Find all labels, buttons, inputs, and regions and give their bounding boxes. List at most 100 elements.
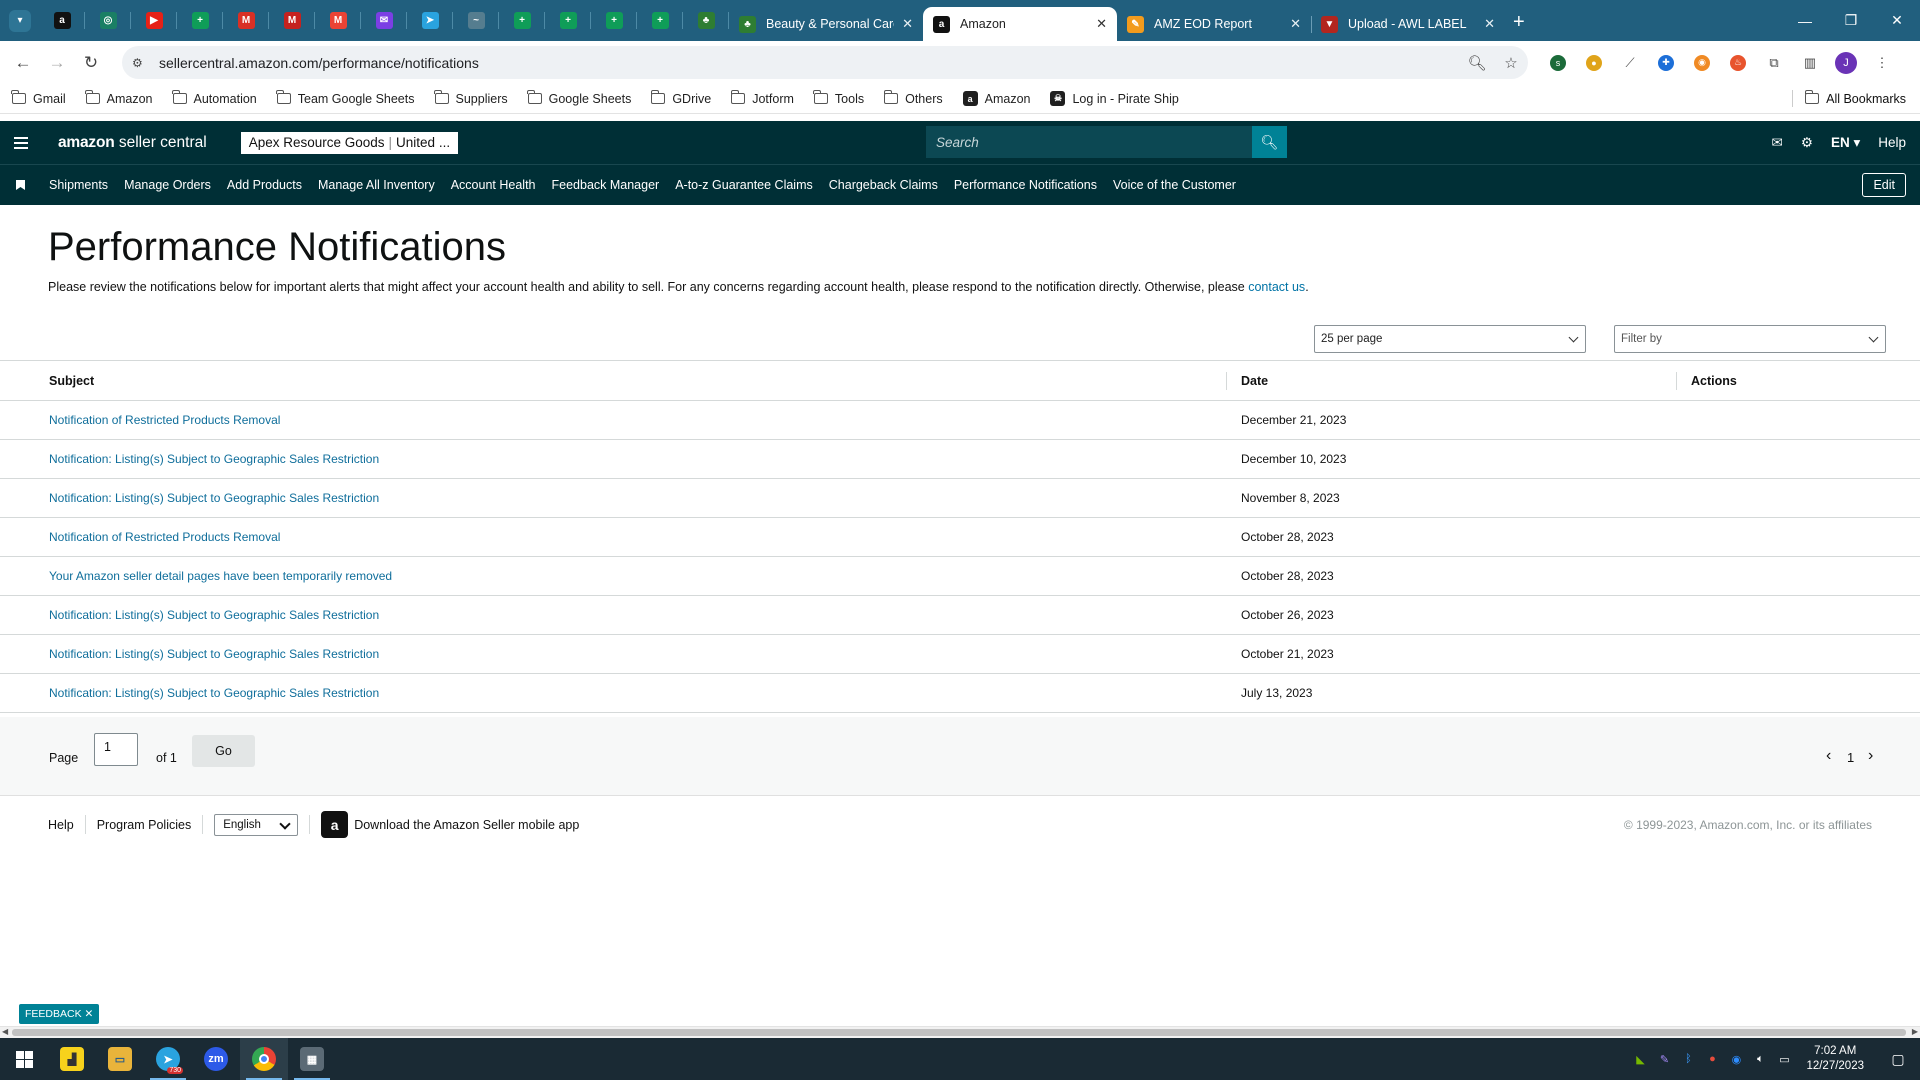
- scroll-right-icon[interactable]: ▶: [1912, 1027, 1918, 1036]
- horizontal-scrollbar[interactable]: ◀ ▶: [0, 1026, 1920, 1038]
- close-tab-icon[interactable]: ✕: [1484, 16, 1495, 32]
- close-window-button[interactable]: ✕: [1874, 0, 1920, 41]
- reload-icon[interactable]: ↻: [74, 46, 108, 80]
- filter-by-select[interactable]: Filter by: [1614, 325, 1886, 353]
- feedback-button[interactable]: FEEDBACK ✕: [19, 1004, 100, 1024]
- pinned-tab[interactable]: ▶: [131, 0, 177, 41]
- nav-link[interactable]: Manage All Inventory: [318, 178, 435, 192]
- pinned-tab[interactable]: M: [269, 0, 315, 41]
- bookmark-star-icon[interactable]: ☆: [1494, 54, 1528, 72]
- new-tab-button[interactable]: +: [1513, 11, 1525, 34]
- nav-link[interactable]: Account Health: [451, 178, 536, 192]
- mail-icon[interactable]: ✉: [1772, 135, 1783, 151]
- edit-nav-button[interactable]: Edit: [1862, 173, 1906, 197]
- browser-tab[interactable]: ▼ Upload - AWL LABEL ✕: [1311, 7, 1505, 41]
- notification-subject-link[interactable]: Your Amazon seller detail pages have bee…: [49, 569, 392, 583]
- contact-us-link[interactable]: contact us: [1248, 280, 1305, 294]
- nav-link[interactable]: Manage Orders: [124, 178, 211, 192]
- restore-button[interactable]: ❐: [1828, 0, 1874, 41]
- scroll-left-icon[interactable]: ◀: [2, 1027, 8, 1036]
- extensions-puzzle-icon[interactable]: ⧉: [1756, 55, 1792, 71]
- page-number-input[interactable]: 1: [94, 733, 138, 766]
- camera-icon[interactable]: ●: [1700, 1053, 1724, 1065]
- extension-icon[interactable]: ⟋: [1612, 55, 1648, 71]
- extension-icon[interactable]: ✚: [1648, 54, 1684, 71]
- go-button[interactable]: Go: [192, 735, 255, 767]
- close-tab-icon[interactable]: ✕: [1290, 16, 1301, 32]
- seller-central-logo[interactable]: amazon seller central: [58, 134, 207, 152]
- profile-avatar[interactable]: J: [1828, 51, 1864, 74]
- bookmark-folder[interactable]: Amazon: [85, 90, 153, 106]
- settings-gear-icon[interactable]: ⚙: [1801, 135, 1813, 151]
- site-info-icon[interactable]: ⚙: [132, 56, 154, 70]
- per-page-select[interactable]: 25 per page: [1314, 325, 1586, 353]
- bookmark-folder[interactable]: Team Google Sheets: [276, 90, 415, 106]
- nvidia-icon[interactable]: ◣: [1628, 1053, 1652, 1066]
- pinned-tab[interactable]: M: [223, 0, 269, 41]
- nav-link[interactable]: Shipments: [49, 178, 108, 192]
- bookmark-link[interactable]: a Amazon: [962, 91, 1030, 106]
- bookmark-icon[interactable]: [16, 180, 25, 190]
- pinned-tab[interactable]: a: [39, 0, 85, 41]
- network-icon[interactable]: ▭: [1772, 1053, 1796, 1066]
- notifications-icon[interactable]: ▢: [1876, 1051, 1920, 1068]
- notification-subject-link[interactable]: Notification: Listing(s) Subject to Geog…: [49, 647, 379, 661]
- notification-subject-link[interactable]: Notification: Listing(s) Subject to Geog…: [49, 686, 379, 700]
- nav-link[interactable]: Add Products: [227, 178, 302, 192]
- column-date[interactable]: Date: [1226, 371, 1676, 390]
- nav-link[interactable]: Voice of the Customer: [1113, 178, 1236, 192]
- close-tab-icon[interactable]: ✕: [1096, 16, 1107, 32]
- bookmark-link[interactable]: ☠ Log in - Pirate Ship: [1050, 91, 1179, 106]
- notification-subject-link[interactable]: Notification of Restricted Products Remo…: [49, 413, 280, 427]
- bookmark-folder[interactable]: Automation: [171, 90, 257, 106]
- minimize-button[interactable]: —: [1782, 0, 1828, 41]
- forward-icon[interactable]: →: [40, 46, 74, 80]
- zoom-tray-icon[interactable]: ◉: [1724, 1053, 1748, 1066]
- extension-icon[interactable]: ●: [1576, 54, 1612, 71]
- footer-language-select[interactable]: English: [214, 813, 299, 836]
- volume-icon[interactable]: 🔈︎: [1748, 1053, 1772, 1066]
- scrollbar-thumb[interactable]: [12, 1029, 1906, 1036]
- close-tab-icon[interactable]: ✕: [902, 16, 913, 32]
- calculator-icon[interactable]: ▦: [288, 1038, 336, 1080]
- back-icon[interactable]: ←: [6, 46, 40, 80]
- pinned-tab[interactable]: ~: [453, 0, 499, 41]
- bookmark-folder[interactable]: Others: [883, 90, 943, 106]
- extension-icon[interactable]: ♨: [1720, 54, 1756, 71]
- seller-search-input[interactable]: Search: [926, 126, 1252, 158]
- chrome-icon[interactable]: [240, 1038, 288, 1080]
- notification-subject-link[interactable]: Notification of Restricted Products Remo…: [49, 530, 280, 544]
- address-bar[interactable]: ⚙ sellercentral.amazon.com/performance/n…: [122, 46, 1528, 79]
- notification-subject-link[interactable]: Notification: Listing(s) Subject to Geog…: [49, 608, 379, 622]
- notification-subject-link[interactable]: Notification: Listing(s) Subject to Geog…: [49, 452, 379, 466]
- pinned-tab[interactable]: +: [177, 0, 223, 41]
- pinned-tab[interactable]: +: [591, 0, 637, 41]
- pen-icon[interactable]: ✎: [1652, 1053, 1676, 1066]
- language-selector[interactable]: EN ▾: [1831, 135, 1860, 151]
- bookmark-folder[interactable]: Gmail: [11, 90, 66, 106]
- pinned-tab[interactable]: M: [315, 0, 361, 41]
- all-bookmarks-button[interactable]: All Bookmarks: [1792, 90, 1906, 107]
- pinned-tab[interactable]: ✉: [361, 0, 407, 41]
- pinned-tab[interactable]: ➤: [407, 0, 453, 41]
- tab-search-icon[interactable]: ▾: [9, 9, 31, 32]
- telegram-icon[interactable]: ➤ 730: [144, 1038, 192, 1080]
- browser-tab[interactable]: ✎ AMZ EOD Report ✕: [1117, 7, 1311, 41]
- windows-start-icon[interactable]: [0, 1038, 48, 1080]
- mobile-app-link[interactable]: Download the Amazon Seller mobile app: [354, 818, 579, 832]
- browser-tab[interactable]: a Amazon ✕: [923, 7, 1117, 41]
- next-page-icon[interactable]: ›: [1868, 747, 1873, 765]
- bookmark-folder[interactable]: GDrive: [650, 90, 711, 106]
- bookmark-folder[interactable]: Tools: [813, 90, 864, 106]
- nav-link[interactable]: A-to-z Guarantee Claims: [675, 178, 813, 192]
- url-text[interactable]: sellercentral.amazon.com/performance/not…: [159, 55, 1460, 71]
- nav-link[interactable]: Performance Notifications: [954, 178, 1097, 192]
- current-page-number[interactable]: 1: [1847, 750, 1854, 765]
- sticky-notes-icon[interactable]: ▟: [48, 1038, 96, 1080]
- account-switcher[interactable]: Apex Resource Goods | United ...: [240, 131, 459, 154]
- nav-link[interactable]: Chargeback Claims: [829, 178, 938, 192]
- notification-subject-link[interactable]: Notification: Listing(s) Subject to Geog…: [49, 491, 379, 505]
- pinned-tab[interactable]: +: [637, 0, 683, 41]
- column-subject[interactable]: Subject: [0, 374, 1226, 388]
- pinned-tab[interactable]: +: [499, 0, 545, 41]
